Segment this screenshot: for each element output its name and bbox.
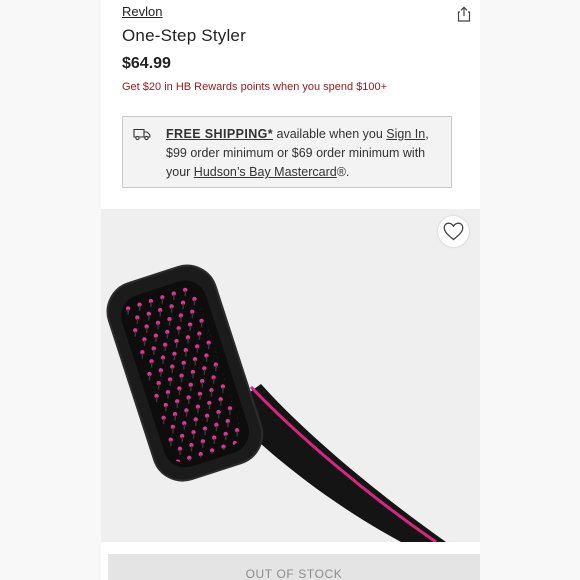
free-shipping-link[interactable]: FREE SHIPPING*: [166, 127, 273, 141]
out-of-stock-button[interactable]: OUT OF STOCK: [108, 554, 480, 580]
right-margin: [480, 0, 580, 580]
shipping-text-part: available when you: [273, 127, 387, 141]
rewards-promo: Get $20 in HB Rewards points when you sp…: [122, 81, 388, 93]
product-image: [101, 209, 480, 542]
sign-in-link[interactable]: Sign In: [386, 127, 425, 141]
shipping-info-box: FREE SHIPPING* available when you Sign I…: [122, 116, 452, 188]
mastercard-link[interactable]: Hudson’s Bay Mastercard: [194, 165, 337, 179]
share-icon[interactable]: [457, 6, 471, 22]
product-title: One-Step Styler: [122, 26, 246, 45]
left-margin: [0, 0, 101, 580]
product-page: Revlon One-Step Styler $64.99 Get $20 in…: [101, 0, 480, 580]
heart-icon: [443, 222, 464, 241]
shipping-text-part: ®.: [336, 165, 350, 179]
brand-link[interactable]: Revlon: [122, 4, 162, 19]
shipping-text: FREE SHIPPING* available when you Sign I…: [166, 125, 446, 182]
product-price: $64.99: [122, 55, 171, 72]
hair-styler-illustration: [106, 264, 446, 542]
truck-icon: [133, 127, 151, 141]
wishlist-button[interactable]: [438, 216, 469, 247]
